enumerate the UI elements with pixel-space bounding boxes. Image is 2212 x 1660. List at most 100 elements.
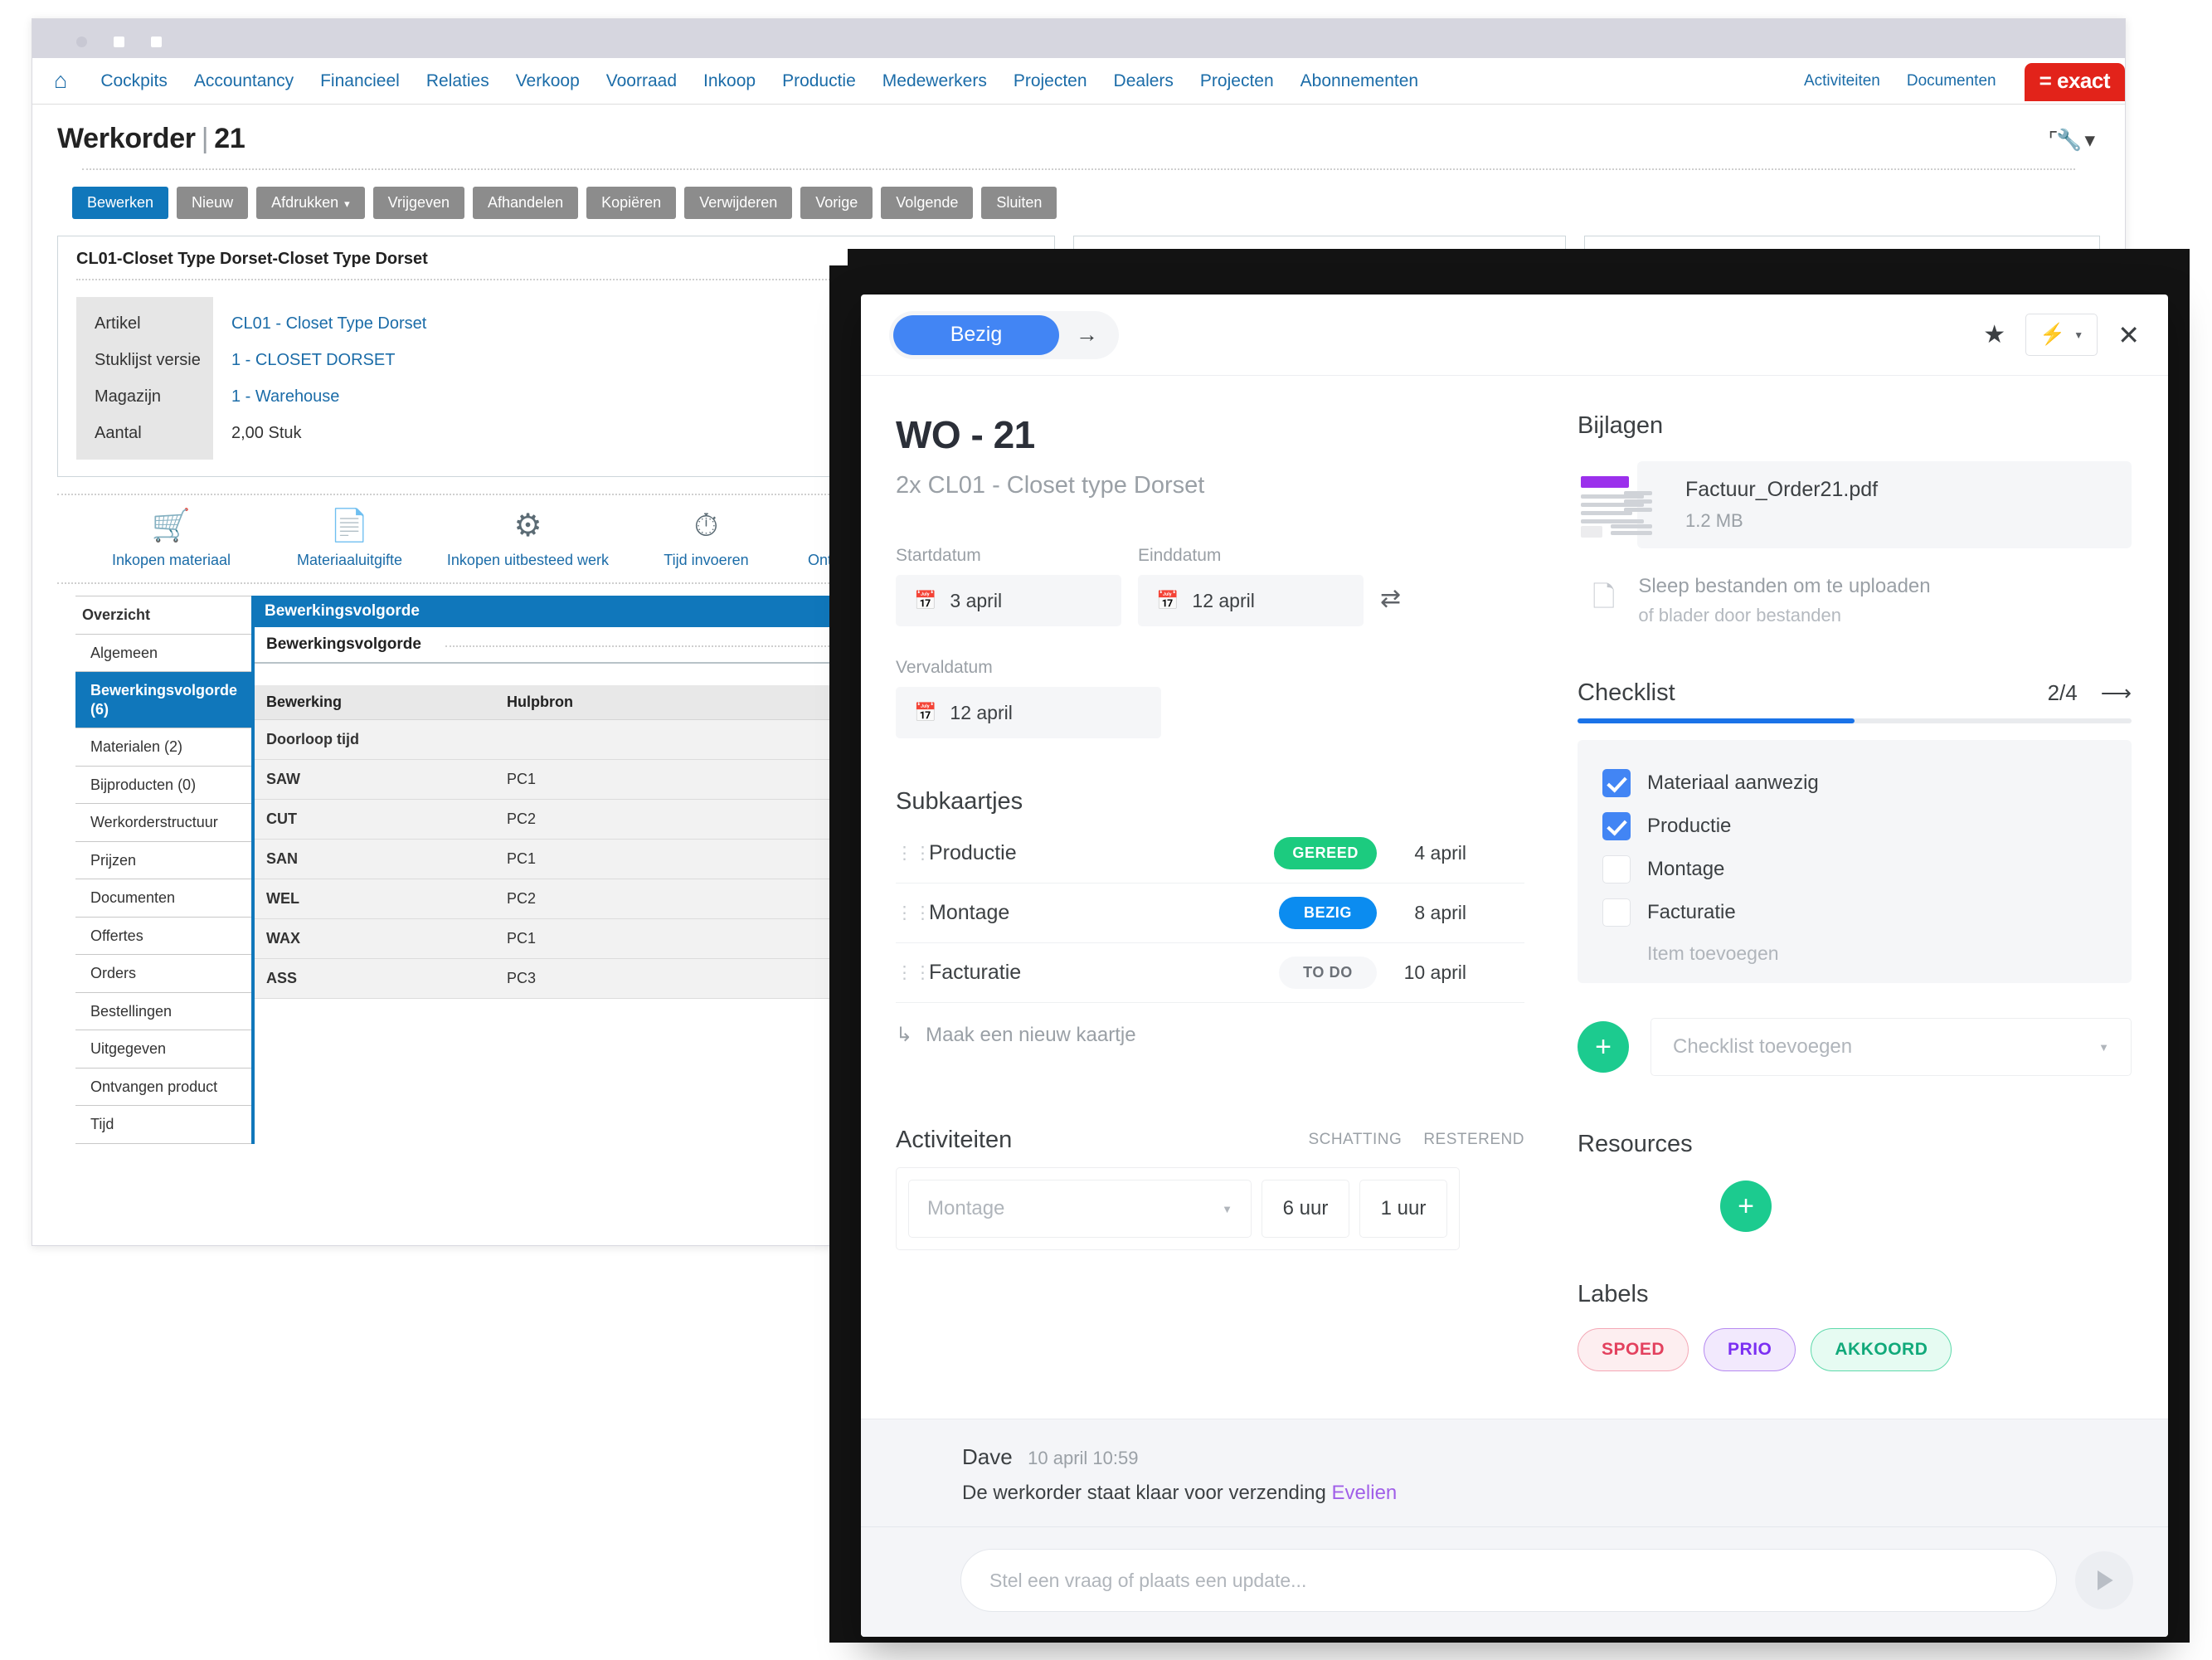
nav-item-voorraad[interactable]: Voorraad [593, 71, 690, 91]
nav-item-activiteiten[interactable]: Activiteiten [1791, 72, 1894, 90]
star-icon[interactable]: ★ [1983, 320, 2005, 349]
verwijderen-button[interactable]: Verwijderen [684, 187, 793, 219]
sidebar-item-materialen[interactable]: Materialen (2) [75, 728, 251, 767]
avatar[interactable] [1578, 1180, 1631, 1233]
file-dropzone[interactable]: 🗋 Sleep bestanden om te uploaden of blad… [1578, 575, 2132, 626]
activiteit-select[interactable]: Montage ▼ [908, 1180, 1252, 1238]
nieuw-button[interactable]: Nieuw [177, 187, 249, 219]
sidebar-item-documenten[interactable]: Documenten [75, 879, 251, 918]
tools-icon[interactable]: ⌜🔧 ▾ [2049, 128, 2095, 153]
comment-input[interactable]: Stel een vraag of plaats een update... [960, 1549, 2057, 1612]
startdatum-input[interactable]: 📅 3 april [896, 575, 1121, 626]
checklist-item[interactable]: Productie [1602, 805, 2107, 848]
checkbox-unchecked-icon[interactable] [1602, 898, 1631, 927]
label-tag-spoed[interactable]: SPOED [1578, 1328, 1689, 1371]
sidebar-item-bestellingen[interactable]: Bestellingen [75, 993, 251, 1030]
swap-icon[interactable]: ⇄ [1380, 584, 1401, 613]
vervaldatum-input[interactable]: 📅 12 april [896, 687, 1161, 738]
einddatum-input[interactable]: 📅 12 april [1138, 575, 1364, 626]
shortcut-inkopen-uitbesteed-werk[interactable]: ⚙ Inkopen uitbesteed werk [439, 510, 617, 569]
nav-item-abonnementen[interactable]: Abonnementen [1287, 71, 1432, 91]
shortcut-tijd-invoeren[interactable]: ⏱ Tijd invoeren [617, 510, 795, 569]
avatar[interactable] [896, 1444, 942, 1491]
sidebar-item-uitgegeven[interactable]: Uitgegeven [75, 1030, 251, 1069]
status-bezig-button[interactable]: Bezig [893, 314, 1059, 355]
create-new-card-link[interactable]: ↳ Maak een nieuw kaartje [896, 1023, 1524, 1047]
comment-mention[interactable]: Evelien [1332, 1482, 1398, 1504]
volgende-button[interactable]: Volgende [881, 187, 974, 219]
subcard-row[interactable]: ⋮⋮ Facturatie TO DO 10 april [896, 943, 1524, 1003]
dropzone-line2[interactable]: of blader door bestanden [1638, 605, 1930, 626]
checkbox-checked-icon[interactable] [1602, 769, 1631, 797]
nav-item-projecten[interactable]: Projecten [1000, 71, 1101, 91]
avatar[interactable] [1485, 953, 1524, 993]
sidebar-item-algemeen[interactable]: Algemeen [75, 635, 251, 672]
add-resource-button[interactable]: + [1720, 1180, 1772, 1232]
sidebar-item-ontvangen-product[interactable]: Ontvangen product [75, 1069, 251, 1106]
sidebar-item-tijd[interactable]: Tijd [75, 1106, 251, 1144]
afhandelen-button[interactable]: Afhandelen [473, 187, 579, 219]
subcard-row[interactable]: ⋮⋮ Productie GEREED 4 april [896, 824, 1524, 884]
subcard-status-badge[interactable]: TO DO [1279, 957, 1377, 989]
arrow-right-icon[interactable]: ⟶ [2101, 680, 2132, 706]
label-tag-akkoord[interactable]: AKKOORD [1811, 1328, 1952, 1371]
field-value-magazijn[interactable]: 1 - Warehouse [231, 378, 426, 415]
activiteit-remaining[interactable]: 1 uur [1359, 1180, 1447, 1238]
shortcut-inkopen-materiaal[interactable]: 🛒 Inkopen materiaal [82, 510, 260, 569]
quick-actions-button[interactable]: ⚡ ▼ [2025, 314, 2098, 356]
drag-handle-icon[interactable]: ⋮⋮ [896, 904, 931, 922]
avatar[interactable] [1649, 1180, 1702, 1233]
label-tag-prio[interactable]: PRIO [1704, 1328, 1796, 1371]
drag-handle-icon[interactable]: ⋮⋮ [896, 845, 931, 862]
send-icon[interactable] [2075, 1551, 2133, 1609]
drag-handle-icon[interactable]: ⋮⋮ [896, 964, 931, 981]
checklist-item[interactable]: Materiaal aanwezig [1602, 762, 2107, 805]
window-dot-close[interactable] [76, 37, 87, 48]
afdrukken-button[interactable]: Afdrukken ▾ [256, 187, 365, 219]
avatar[interactable] [1485, 834, 1524, 874]
nav-item-relaties[interactable]: Relaties [413, 71, 503, 91]
nav-item-inkoop[interactable]: Inkoop [690, 71, 769, 91]
checklist-item[interactable]: Facturatie [1602, 891, 2107, 934]
checkbox-unchecked-icon[interactable] [1602, 855, 1631, 884]
arrow-right-icon[interactable]: → [1059, 322, 1115, 348]
nav-item-accountancy[interactable]: Accountancy [181, 71, 307, 91]
subcard-status-badge[interactable]: GEREED [1274, 837, 1377, 869]
window-dot-minimize[interactable] [114, 37, 124, 48]
nav-item-productie[interactable]: Productie [769, 71, 869, 91]
sidebar-item-offertes[interactable]: Offertes [75, 918, 251, 955]
checklist-select[interactable]: Checklist toevoegen ▼ [1650, 1018, 2132, 1076]
nav-item-verkoop[interactable]: Verkoop [503, 71, 593, 91]
nav-item-projecten-2[interactable]: Projecten [1187, 71, 1287, 91]
vrijgeven-button[interactable]: Vrijgeven [372, 187, 465, 219]
close-icon[interactable]: ✕ [2117, 319, 2140, 351]
kopieren-button[interactable]: Kopiëren [586, 187, 677, 219]
checkbox-checked-icon[interactable] [1602, 812, 1631, 840]
field-value-artikel[interactable]: CL01 - Closet Type Dorset [231, 305, 426, 342]
field-value-stuklijst[interactable]: 1 - CLOSET DORSET [231, 342, 426, 378]
sidebar-item-werkorderstructuur[interactable]: Werkorderstructuur [75, 804, 251, 842]
sidebar-item-prijzen[interactable]: Prijzen [75, 842, 251, 879]
sidebar-item-orders[interactable]: Orders [75, 955, 251, 993]
add-checklist-item-input[interactable]: Item toevoegen [1602, 934, 2107, 968]
shortcut-materiaaluitgifte[interactable]: 📄 Materiaaluitgifte [260, 510, 439, 569]
sidebar-item-bewerkingsvolgorde[interactable]: Bewerkingsvolgorde (6) [75, 672, 251, 728]
attachment-card[interactable]: Factuur_Order21.pdf 1.2 MB [1637, 461, 2132, 548]
subcard-status-badge[interactable]: BEZIG [1279, 897, 1377, 929]
activiteit-estimate[interactable]: 6 uur [1262, 1180, 1349, 1238]
checklist-item[interactable]: Montage [1602, 848, 2107, 891]
home-icon[interactable]: ⌂ [54, 70, 67, 92]
window-dot-maximize[interactable] [151, 37, 162, 48]
sluiten-button[interactable]: Sluiten [981, 187, 1057, 219]
nav-item-financieel[interactable]: Financieel [307, 71, 413, 91]
vorige-button[interactable]: Vorige [800, 187, 873, 219]
nav-item-cockpits[interactable]: Cockpits [87, 71, 181, 91]
sidebar-item-bijproducten[interactable]: Bijproducten (0) [75, 767, 251, 804]
bewerken-button[interactable]: Bewerken [72, 187, 169, 219]
plus-icon[interactable]: + [1578, 1021, 1629, 1073]
avatar[interactable] [896, 1557, 942, 1604]
nav-item-dealers[interactable]: Dealers [1101, 71, 1187, 91]
avatar[interactable] [1485, 893, 1524, 933]
subcard-row[interactable]: ⋮⋮ Montage BEZIG 8 april [896, 884, 1524, 943]
nav-item-medewerkers[interactable]: Medewerkers [869, 71, 1000, 91]
